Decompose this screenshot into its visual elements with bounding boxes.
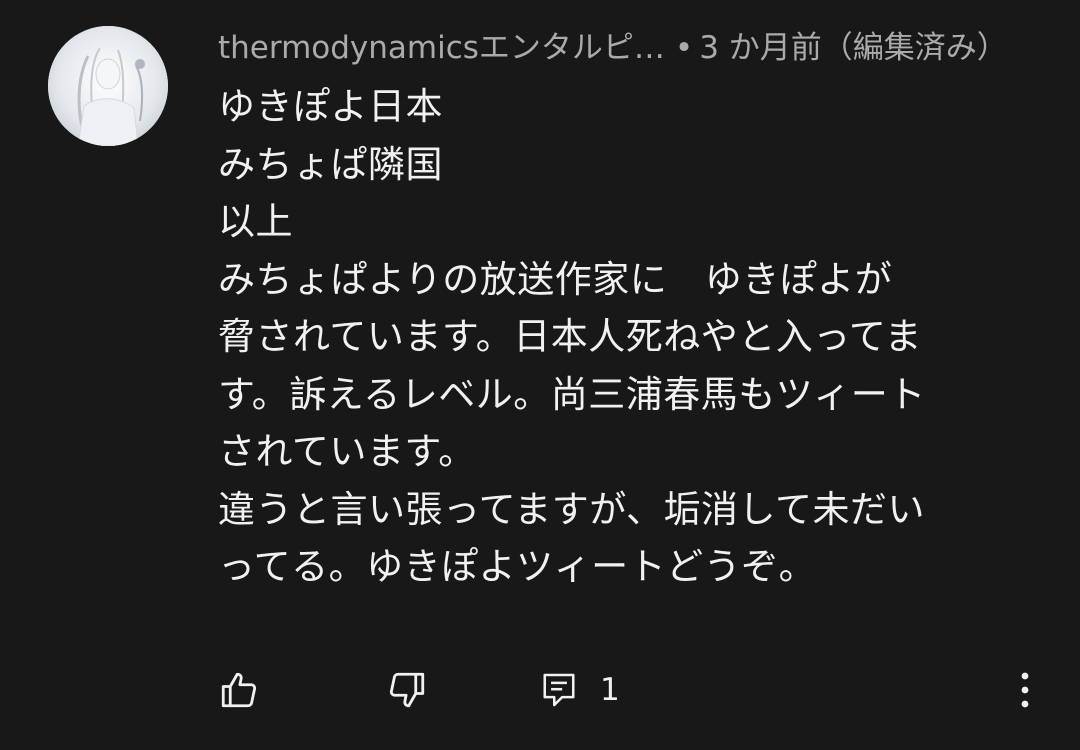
like-button[interactable] (218, 668, 260, 712)
comment-line: 脅されています。日本人死ねやと入ってま (218, 315, 922, 358)
comment-thread: thermodynamicsエンタルピ… • 3 か月前（編集済み） ゆきぽよ日本 … (0, 0, 1080, 750)
comment-line: されています。 (218, 430, 476, 473)
comment-line: ゆきぽよ日本 (218, 85, 443, 128)
reply-button[interactable]: 1 (540, 668, 620, 712)
avatar-image (48, 26, 168, 146)
reply-comment-icon (543, 673, 575, 707)
comment-timestamp[interactable]: 3 か月前（編集済み） (699, 30, 1008, 66)
comment-line: みちょぱよりの放送作家に ゆきぽよが (218, 257, 893, 301)
reply-count: 1 (600, 672, 620, 708)
more-vertical-icon (1021, 672, 1029, 708)
avatar[interactable] (48, 26, 168, 146)
comment-line: す。訴えるレベル。尚三浦春馬もツィート (218, 372, 926, 416)
thumbs-up-icon (221, 672, 257, 708)
comment-line: みちょぱ隣国 (218, 142, 443, 186)
thumbs-down-icon (389, 672, 425, 708)
comment-text: ゆきぽよ日本 みちょぱ隣国 以上 みちょぱよりの放送作家に ゆきぽよが 脅されて… (218, 78, 1028, 596)
comment-header: thermodynamicsエンタルピ… • 3 か月前（編集済み） (218, 26, 1068, 70)
more-options-button[interactable] (1010, 668, 1040, 712)
author-name[interactable]: thermodynamicsエンタルピ… (218, 30, 665, 66)
dislike-button[interactable] (386, 668, 428, 712)
comment-line: 違うと言い張ってますが、垢消して未だい (218, 487, 925, 531)
comment-actions: 1 (0, 660, 1080, 720)
header-separator: • (674, 30, 694, 66)
comment-line: ってる。ゆきぽよツィートどうぞ。 (218, 545, 817, 588)
comment-line: 以上 (218, 200, 293, 243)
